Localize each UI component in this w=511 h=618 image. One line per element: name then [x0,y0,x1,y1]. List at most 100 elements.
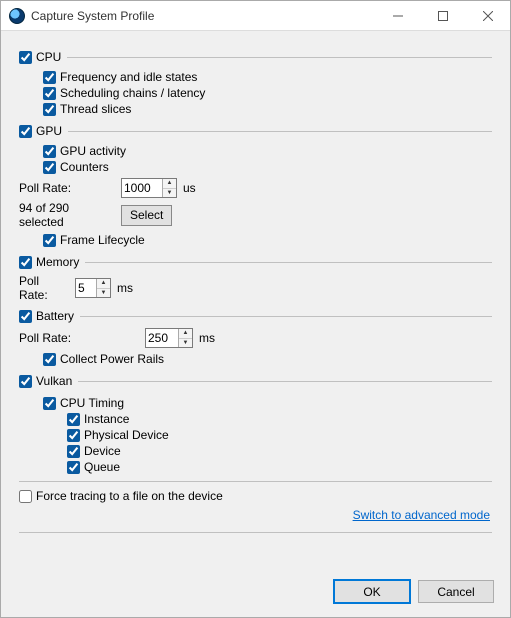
gpu-selected-text: 94 of 290 selected [19,201,115,229]
divider [85,262,492,263]
vulkan-cputiming-checkbox[interactable]: CPU Timing [43,395,492,411]
gpu-frame-label: Frame Lifecycle [60,232,145,248]
spinner-buttons[interactable]: ▲ ▼ [96,279,110,297]
gpu-frame-checkbox[interactable]: Frame Lifecycle [43,232,492,248]
cpu-sched-label: Scheduling chains / latency [60,85,205,101]
dialog-content: CPU Frequency and idle states Scheduling… [1,31,510,568]
vulkan-instance-input[interactable] [67,413,80,426]
battery-poll-label: Poll Rate: [19,331,139,345]
spin-down-icon[interactable]: ▼ [163,189,176,198]
section-vulkan: Vulkan [19,373,492,389]
vulkan-checkbox[interactable]: Vulkan [19,373,72,389]
spin-up-icon[interactable]: ▲ [97,279,110,289]
battery-rails-input[interactable] [43,353,56,366]
battery-poll-input[interactable] [146,329,178,347]
cpu-slices-label: Thread slices [60,101,131,117]
cancel-button[interactable]: Cancel [418,580,494,603]
cpu-checkbox[interactable]: CPU [19,49,61,65]
gpu-checkbox[interactable]: GPU [19,123,62,139]
gpu-counters-input[interactable] [43,161,56,174]
app-icon [9,8,25,24]
cpu-sched-checkbox[interactable]: Scheduling chains / latency [43,85,492,101]
vulkan-cputiming-label: CPU Timing [60,395,124,411]
divider [78,381,492,382]
memory-poll-spinner[interactable]: ▲ ▼ [75,278,111,298]
vulkan-queue-input[interactable] [67,461,80,474]
force-trace-checkbox[interactable]: Force tracing to a file on the device [19,488,492,504]
vulkan-instance-label: Instance [84,411,129,427]
gpu-poll-input[interactable] [122,179,162,197]
gpu-activity-input[interactable] [43,145,56,158]
section-cpu: CPU [19,49,492,65]
button-bar: OK Cancel [1,568,510,617]
cpu-label: CPU [36,49,61,65]
divider [67,57,492,58]
battery-rails-checkbox[interactable]: Collect Power Rails [43,351,492,367]
spin-down-icon[interactable]: ▼ [179,339,192,348]
memory-poll-row: Poll Rate: ▲ ▼ ms [19,274,492,302]
battery-check-input[interactable] [19,310,32,323]
vulkan-check-input[interactable] [19,375,32,388]
vulkan-physical-input[interactable] [67,429,80,442]
gpu-counters-checkbox[interactable]: Counters [43,159,492,175]
divider [19,481,492,482]
gpu-activity-checkbox[interactable]: GPU activity [43,143,492,159]
memory-poll-unit: ms [117,281,133,295]
vulkan-device-label: Device [84,443,121,459]
gpu-frame-input[interactable] [43,234,56,247]
minimize-icon [393,11,403,21]
advanced-mode-link[interactable]: Switch to advanced mode [19,508,490,522]
close-button[interactable] [465,1,510,31]
section-memory: Memory [19,254,492,270]
battery-label: Battery [36,308,74,324]
minimize-button[interactable] [375,1,420,31]
memory-poll-input[interactable] [76,279,96,297]
gpu-label: GPU [36,123,62,139]
vulkan-instance-checkbox[interactable]: Instance [67,411,492,427]
memory-label: Memory [36,254,79,270]
vulkan-physical-checkbox[interactable]: Physical Device [67,427,492,443]
spin-up-icon[interactable]: ▲ [163,179,176,189]
vulkan-device-checkbox[interactable]: Device [67,443,492,459]
vulkan-cputiming-input[interactable] [43,397,56,410]
gpu-activity-label: GPU activity [60,143,126,159]
memory-checkbox[interactable]: Memory [19,254,79,270]
memory-check-input[interactable] [19,256,32,269]
divider [68,131,492,132]
cpu-freq-label: Frequency and idle states [60,69,197,85]
memory-poll-label: Poll Rate: [19,274,69,302]
force-trace-label: Force tracing to a file on the device [36,488,223,504]
vulkan-queue-checkbox[interactable]: Queue [67,459,492,475]
maximize-icon [438,11,448,21]
spin-up-icon[interactable]: ▲ [179,329,192,339]
battery-poll-spinner[interactable]: ▲ ▼ [145,328,193,348]
vulkan-device-input[interactable] [67,445,80,458]
spinner-buttons[interactable]: ▲ ▼ [178,329,192,347]
vulkan-physical-label: Physical Device [84,427,169,443]
cpu-freq-input[interactable] [43,71,56,84]
cpu-slices-input[interactable] [43,103,56,116]
divider [80,316,492,317]
battery-checkbox[interactable]: Battery [19,308,74,324]
cpu-sched-input[interactable] [43,87,56,100]
divider [19,532,492,533]
maximize-button[interactable] [420,1,465,31]
force-trace-input[interactable] [19,490,32,503]
cpu-slices-checkbox[interactable]: Thread slices [43,101,492,117]
gpu-select-row: 94 of 290 selected Select [19,201,492,229]
gpu-check-input[interactable] [19,125,32,138]
ok-button[interactable]: OK [334,580,410,603]
cpu-check-input[interactable] [19,51,32,64]
cpu-freq-checkbox[interactable]: Frequency and idle states [43,69,492,85]
gpu-select-button[interactable]: Select [121,205,172,226]
spin-down-icon[interactable]: ▼ [97,289,110,298]
spinner-buttons[interactable]: ▲ ▼ [162,179,176,197]
section-gpu: GPU [19,123,492,139]
title-bar: Capture System Profile [1,1,510,31]
battery-rails-label: Collect Power Rails [60,351,164,367]
gpu-poll-spinner[interactable]: ▲ ▼ [121,178,177,198]
dialog-window: Capture System Profile CPU Frequency and… [0,0,511,618]
window-title: Capture System Profile [31,9,375,23]
battery-poll-unit: ms [199,331,215,345]
gpu-counters-label: Counters [60,159,109,175]
